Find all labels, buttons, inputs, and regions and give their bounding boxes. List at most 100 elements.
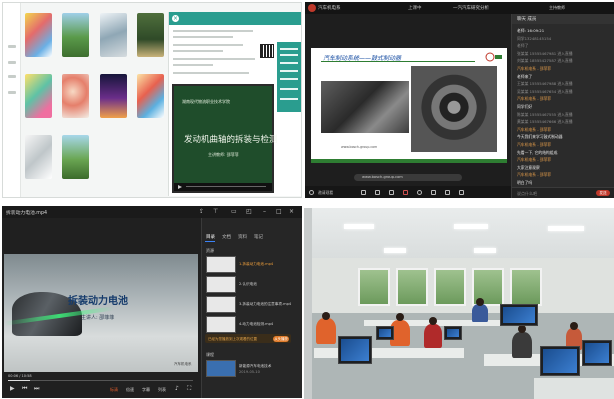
pip-icon[interactable]: ◰ xyxy=(246,209,252,215)
subtitle-button[interactable]: 字幕 xyxy=(142,387,150,393)
resource-item[interactable]: 1.拆装动力电池.mp4 xyxy=(239,262,273,267)
resource-thumbnail[interactable] xyxy=(206,316,236,333)
chat-message: 汽车机电系 - 邵菲菲 xyxy=(517,157,552,163)
camera-icon[interactable] xyxy=(375,190,380,195)
screen-icon[interactable] xyxy=(361,190,366,195)
chat-message: 汽车机电系 - 邵菲菲 xyxy=(517,96,552,102)
restart-button[interactable]: 从头播放 xyxy=(273,335,289,342)
bottom-toolbar: 邀请观看 xyxy=(305,186,511,198)
progress-bar[interactable] xyxy=(186,186,266,187)
chat-message: 同学13248145154 xyxy=(517,35,552,41)
nav-item[interactable] xyxy=(8,75,16,78)
more-icon[interactable] xyxy=(459,190,464,195)
student-head xyxy=(396,313,404,321)
thumbnail[interactable] xyxy=(62,135,89,179)
title-bar: 拆装动力电池.mp4 ⇪ ⊤ ▭ ◰ – □ × xyxy=(2,206,302,218)
nav-item[interactable] xyxy=(8,45,16,48)
chat-message: 汽车机电系 - 邵菲菲 xyxy=(517,172,552,178)
quality-button[interactable]: 标清 xyxy=(110,387,118,393)
fullscreen-icon[interactable]: ⛶ xyxy=(187,386,191,392)
thumbnail[interactable] xyxy=(25,13,52,57)
tab-docs[interactable]: 文档 xyxy=(222,234,231,240)
thumbnail[interactable] xyxy=(25,135,52,179)
chat-message: 同学们好 xyxy=(517,104,533,109)
tab-materials[interactable]: 资料 xyxy=(238,234,247,240)
minimize-icon[interactable]: – xyxy=(263,209,266,215)
course-title[interactable]: 新能源汽车电池技术 xyxy=(239,364,271,369)
phone-icon[interactable] xyxy=(309,190,314,195)
video-blackboard[interactable]: 湖南现代物流职业技术学院 发动机曲轴的拆装与检测 主讲教师: 邵菲菲 xyxy=(172,84,278,193)
chat-tabs[interactable]: 聊天 成员 xyxy=(517,16,536,22)
chat-message: 张某某 15555467981 进入直播 xyxy=(517,50,573,56)
record-icon[interactable] xyxy=(403,190,408,195)
thumbnail[interactable] xyxy=(62,13,89,57)
resume-notice: 已经为您播放到上次观看的位置 从头播放 xyxy=(205,334,291,343)
course-thumbnail[interactable] xyxy=(206,360,236,377)
next-icon[interactable]: ⏭ xyxy=(34,386,39,392)
send-button[interactable]: 发送 xyxy=(596,190,610,196)
close-icon[interactable]: × xyxy=(289,209,294,215)
play-icon[interactable]: ▶ xyxy=(10,386,15,392)
resource-item[interactable]: 4.动力电池检测.mp4 xyxy=(239,322,273,327)
maximize-icon[interactable]: □ xyxy=(276,209,282,215)
close-icon[interactable]: × xyxy=(172,15,179,22)
speed-button[interactable]: 倍速 xyxy=(126,387,134,393)
school-name: 湖南现代物流职业技术学院 xyxy=(182,99,230,104)
desk xyxy=(314,348,464,358)
mic-icon[interactable] xyxy=(417,190,422,195)
chat-input[interactable]: 说点什么吧 xyxy=(517,191,537,197)
file-icon[interactable] xyxy=(445,190,450,195)
resource-item[interactable]: 3.拆装动力电池的注意事项.mp4 xyxy=(239,302,291,307)
thumbnail[interactable] xyxy=(25,74,52,118)
minimize-screen-icon[interactable]: ▭ xyxy=(231,209,237,215)
nav-item[interactable] xyxy=(8,91,16,94)
thumbnail[interactable] xyxy=(100,13,127,57)
student-head xyxy=(322,312,330,320)
thumbnail[interactable] xyxy=(137,13,164,57)
window xyxy=(358,268,390,306)
prev-icon[interactable]: ⏮ xyxy=(22,386,27,392)
student-head xyxy=(476,298,484,306)
thumbnail[interactable] xyxy=(137,74,164,118)
resource-thumbnail[interactable] xyxy=(206,256,236,273)
monitor xyxy=(444,326,462,340)
thumbnail[interactable] xyxy=(62,74,89,118)
tab-catalog[interactable]: 目录 xyxy=(206,234,215,240)
student xyxy=(424,324,442,348)
ceiling-lamp xyxy=(454,224,488,229)
chat-message: 明白了吗 xyxy=(517,180,533,185)
list-button[interactable]: 列表 xyxy=(158,387,166,393)
info-card[interactable] xyxy=(277,42,301,112)
student-head xyxy=(518,325,526,333)
chat-message: 黄某某 15555467666 进入直播 xyxy=(517,119,573,125)
panel-live-class: 汽车机电系 上课中 一汽汽车研究分析 主持教师 汽车制动系统——鼓式制动器 ww… xyxy=(305,2,614,198)
student-head xyxy=(570,322,578,330)
share-icon[interactable] xyxy=(431,190,436,195)
play-icon[interactable] xyxy=(178,185,182,189)
progress-bar[interactable] xyxy=(8,380,193,381)
video-speaker: 主讲人: 邵菲菲 xyxy=(81,315,115,321)
slide-url: www.bosch-group.com xyxy=(341,145,378,149)
brake-photo-right xyxy=(411,66,497,152)
tab-indicator xyxy=(205,241,215,242)
pin-icon[interactable]: ⊤ xyxy=(213,209,218,215)
classroom-photo xyxy=(304,208,614,399)
brake-photo-left xyxy=(321,81,409,133)
resource-item[interactable]: 2.认识电池 xyxy=(239,282,257,287)
tab-notes[interactable]: 笔记 xyxy=(254,234,263,240)
share-icon[interactable]: ⇪ xyxy=(199,209,204,215)
resource-thumbnail[interactable] xyxy=(206,276,236,293)
resource-thumbnail[interactable] xyxy=(206,296,236,313)
pillar xyxy=(304,208,312,399)
thumbnail[interactable] xyxy=(100,74,127,118)
video-frame[interactable]: 拆装动力电池 主讲人: 邵菲菲 汽车机电系 xyxy=(4,254,198,372)
nav-item[interactable] xyxy=(8,61,16,64)
whiteboard-icon[interactable] xyxy=(389,190,394,195)
monitor xyxy=(582,340,612,366)
live-status: 上课中 xyxy=(408,6,422,11)
speaker: 主讲教师: 邵菲菲 xyxy=(208,152,239,157)
monitor xyxy=(500,304,538,326)
ceiling-lamp xyxy=(474,248,496,253)
volume-icon[interactable]: ♪ xyxy=(175,386,179,392)
qr-code xyxy=(260,44,274,58)
